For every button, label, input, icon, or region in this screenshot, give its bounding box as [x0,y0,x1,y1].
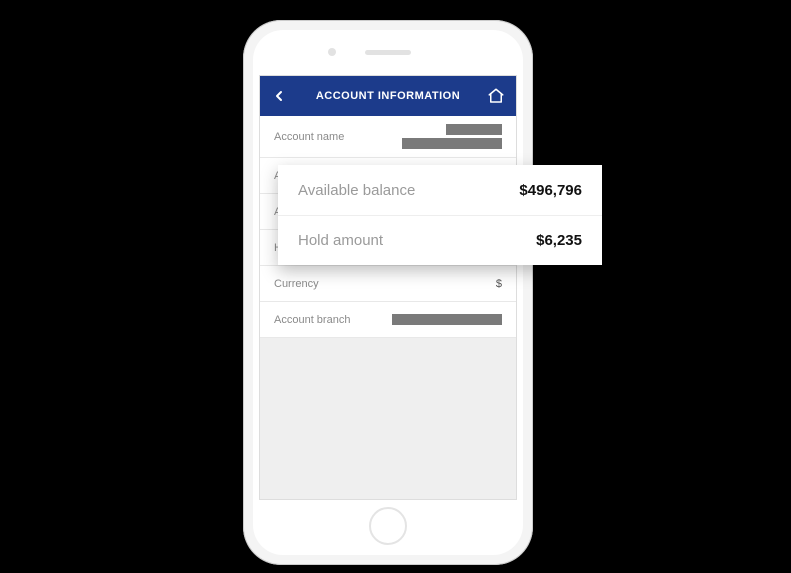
empty-area [260,338,516,499]
callout-value-hold-amount: $6,235 [536,232,582,249]
callout-label-hold-amount: Hold amount [298,232,383,249]
callout-row-hold-amount: Hold amount $6,235 [278,215,602,265]
redacted-account-branch [392,314,502,325]
app-header: ACCOUNT INFORMATION [260,76,516,116]
callout-row-available-balance: Available balance $496,796 [278,165,602,215]
phone-bezel: ACCOUNT INFORMATION Account name Account… [253,30,523,555]
label-currency: Currency [274,278,319,290]
chevron-left-icon [271,88,287,104]
phone-frame: ACCOUNT INFORMATION Account name Account… [243,20,533,565]
home-icon [487,87,505,105]
row-account-name: Account name [260,116,516,158]
callout-label-available-balance: Available balance [298,182,415,199]
phone-camera [328,48,336,56]
row-currency: Currency $ [260,266,516,302]
app-screen: ACCOUNT INFORMATION Account name Account… [259,75,517,500]
value-currency: $ [496,278,502,290]
label-account-name: Account name [274,131,344,143]
phone-home-button[interactable] [369,507,407,545]
label-account-branch: Account branch [274,314,350,326]
back-button[interactable] [270,87,288,105]
home-button[interactable] [486,86,506,106]
phone-speaker [365,50,411,55]
redacted-block [446,124,502,135]
redacted-account-name [402,124,502,149]
page-title: ACCOUNT INFORMATION [316,90,460,102]
balance-callout: Available balance $496,796 Hold amount $… [278,165,602,265]
row-account-branch: Account branch [260,302,516,338]
callout-value-available-balance: $496,796 [519,182,582,199]
redacted-block [402,138,502,149]
